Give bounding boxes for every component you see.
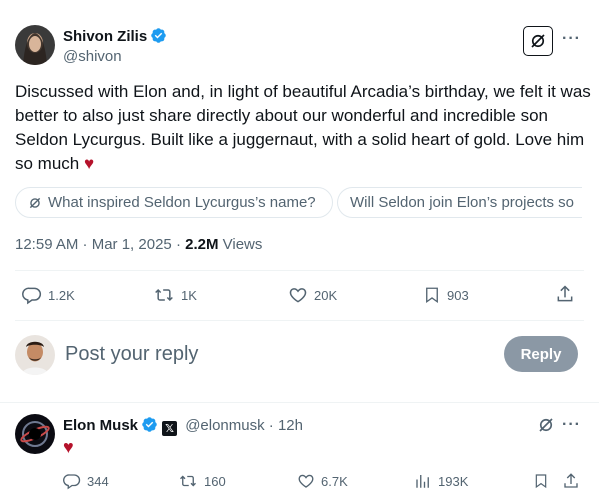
- repost-icon: [155, 288, 173, 302]
- post-timestamp[interactable]: 12:59 AM · Mar 1, 2025: [15, 236, 172, 253]
- like-icon: [298, 474, 314, 488]
- like-icon: [289, 288, 307, 303]
- share-action[interactable]: [555, 284, 581, 304]
- more-icon[interactable]: ···: [562, 30, 581, 48]
- divider: [15, 320, 584, 321]
- reply-share-action[interactable]: [562, 472, 586, 490]
- reply-text: ♥: [63, 437, 74, 457]
- reply-bookmark-action[interactable]: [533, 472, 555, 490]
- repost-count: 1K: [181, 287, 197, 303]
- author-handle[interactable]: @shivon: [63, 48, 122, 65]
- like-action[interactable]: 20K: [288, 285, 337, 305]
- views-count: 2.2M: [185, 236, 219, 253]
- views-label: Views: [222, 236, 263, 253]
- grok-prompt-text: Will Seldon join Elon’s projects so: [350, 194, 574, 211]
- divider: [15, 270, 584, 271]
- reply-like-count: 6.7K: [321, 473, 348, 489]
- reply-reply-count: 344: [87, 473, 109, 489]
- grok-icon: [29, 197, 41, 208]
- post-text: Discussed with Elon and, in light of bea…: [15, 80, 595, 176]
- bookmark-icon: [426, 287, 438, 304]
- reply-button[interactable]: Reply: [504, 336, 578, 372]
- reply-reply-action[interactable]: 344: [63, 472, 109, 490]
- grok-prompt-chip[interactable]: Will Seldon join Elon’s projects so: [337, 187, 582, 218]
- meta-separator: ·: [175, 236, 181, 253]
- reply-author-avatar[interactable]: [15, 414, 55, 454]
- reply-time[interactable]: · 12h: [269, 417, 303, 434]
- grok-button[interactable]: [523, 26, 553, 56]
- bookmark-icon: [535, 474, 547, 489]
- reply-author-name[interactable]: Elon Musk: [63, 417, 138, 434]
- views-icon: [416, 475, 429, 488]
- post-text-body: Discussed with Elon and, in light of bea…: [15, 82, 591, 173]
- share-icon: [557, 285, 573, 302]
- post-meta: 12:59 AM · Mar 1, 2025 · 2.2M Views: [15, 236, 262, 253]
- x-affiliation-badge: 𝕏: [162, 421, 178, 436]
- reply-icon: [63, 474, 81, 490]
- grok-prompt-text: What inspired Seldon Lycurgus’s name?: [48, 194, 316, 211]
- heart-emoji: ♥: [83, 154, 95, 173]
- author-name[interactable]: Shivon Zilis: [63, 28, 147, 45]
- author-name-row: Shivon Zilis: [63, 27, 167, 46]
- repost-action[interactable]: 1K: [153, 285, 197, 305]
- divider: [0, 402, 599, 403]
- reply-views-count: 193K: [438, 473, 469, 489]
- reply-count: 1.2K: [48, 287, 75, 303]
- reply-repost-count: 160: [204, 473, 226, 489]
- reply-author-handle[interactable]: @elonmusk: [185, 417, 264, 434]
- reply-grok-button[interactable]: [537, 416, 555, 439]
- bookmark-action[interactable]: 903: [423, 285, 469, 305]
- reply-repost-action[interactable]: 160: [178, 472, 226, 490]
- like-count: 20K: [314, 287, 338, 303]
- reply-action[interactable]: 1.2K: [22, 285, 75, 305]
- bookmark-count: 903: [447, 287, 469, 303]
- current-user-avatar[interactable]: [15, 335, 55, 375]
- repost-icon: [180, 475, 196, 487]
- verified-badge-icon: [150, 27, 167, 44]
- more-icon[interactable]: ···: [562, 416, 581, 434]
- grok-icon: [539, 418, 553, 432]
- reply-author-row: Elon Musk 𝕏 @elonmusk · 12h: [63, 416, 303, 436]
- reply-icon: [22, 287, 42, 305]
- reply-like-action[interactable]: 6.7K: [297, 472, 348, 490]
- reply-views-action[interactable]: 193K: [414, 472, 468, 490]
- share-icon: [564, 473, 578, 488]
- reply-input[interactable]: Post your reply: [65, 343, 198, 366]
- grok-icon: [531, 34, 545, 48]
- grok-prompt-chip[interactable]: What inspired Seldon Lycurgus’s name?: [15, 187, 333, 218]
- author-avatar[interactable]: [15, 25, 55, 65]
- verified-badge-icon: [141, 416, 158, 433]
